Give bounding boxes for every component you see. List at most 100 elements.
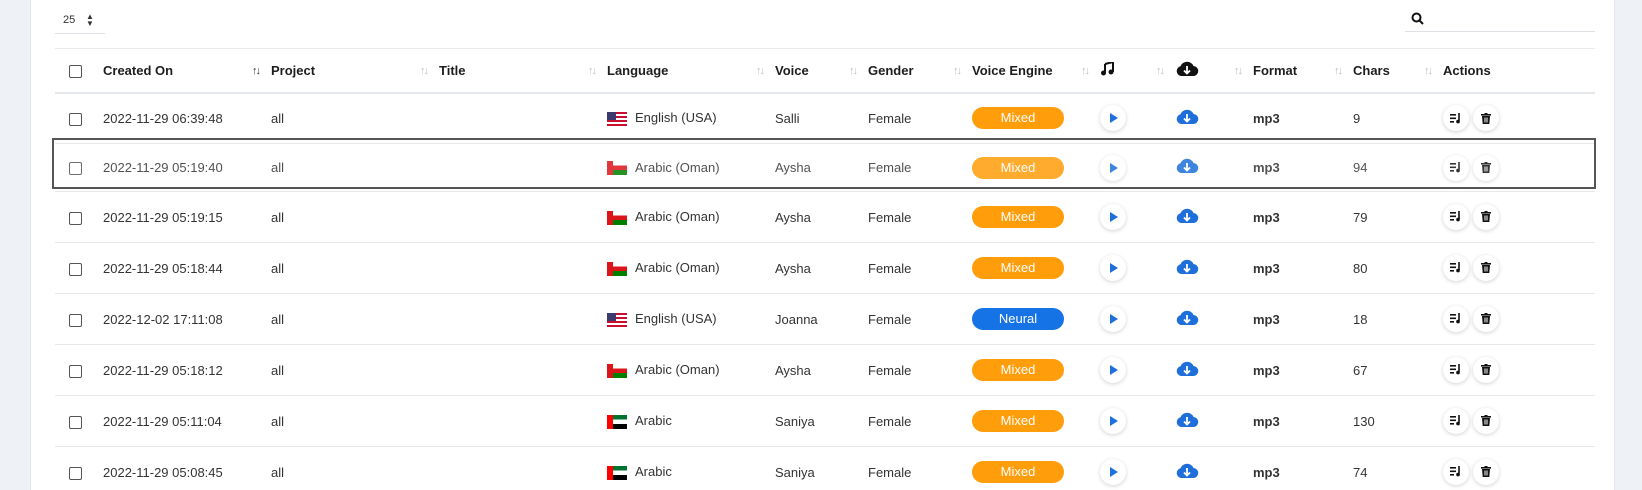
delete-button[interactable] [1473, 204, 1499, 230]
play-button[interactable] [1100, 255, 1126, 281]
column-header-created-on[interactable]: Created On ↑↓ [103, 48, 271, 94]
play-cell [1100, 395, 1175, 447]
title-cell [439, 293, 607, 345]
play-button[interactable] [1100, 408, 1126, 434]
row-checkbox[interactable] [69, 211, 82, 225]
sort-arrows-icon[interactable]: ↑↓ [849, 65, 858, 77]
sort-arrows-icon[interactable]: ↑↓ [1156, 65, 1165, 77]
table-row[interactable]: 2022-11-29 05:19:40 all Arabic (Oman) Aysha… [55, 143, 1595, 192]
sort-arrows-icon[interactable]: ↑↓ [1081, 65, 1090, 77]
table-row[interactable]: 2022-11-29 05:08:45 all Arabic Saniya Female… [55, 446, 1595, 490]
table-row[interactable]: 2022-12-02 17:11:08 all English (USA) Joann… [55, 293, 1595, 345]
chars-cell: 80 [1353, 242, 1443, 294]
voice-cell: Aysha [775, 143, 868, 192]
sort-arrows-icon[interactable]: ↑↓ [1424, 65, 1433, 77]
delete-button[interactable] [1473, 105, 1499, 132]
delete-button[interactable] [1473, 357, 1499, 383]
language: Arabic (Oman) [635, 362, 720, 378]
playlist-icon [1450, 363, 1462, 377]
table-row[interactable]: 2022-11-29 05:11:04 all Arabic Saniya Female… [55, 395, 1595, 447]
column-header-gender[interactable]: Gender ↑↓ [868, 48, 972, 94]
playlist-icon [1450, 210, 1462, 224]
play-button[interactable] [1100, 154, 1126, 181]
playlist-button[interactable] [1443, 204, 1469, 230]
column-header-chars[interactable]: Chars ↑↓ [1353, 48, 1443, 94]
play-button[interactable] [1100, 357, 1126, 383]
created-on: 2022-11-29 05:18:12 [103, 362, 223, 378]
table-row[interactable]: 2022-11-29 05:18:44 all Arabic (Oman) Aysha… [55, 242, 1595, 294]
delete-button[interactable] [1473, 459, 1499, 485]
column-header-voice[interactable]: Voice ↑↓ [775, 48, 868, 94]
voice-engine-badge: Mixed [972, 410, 1064, 432]
sort-arrows-icon[interactable]: ↑↓ [1234, 65, 1243, 77]
sort-arrows-icon[interactable]: ↑↓ [953, 65, 962, 77]
row-checkbox[interactable] [69, 466, 82, 480]
row-checkbox[interactable] [69, 112, 82, 126]
language: Arabic (Oman) [635, 159, 720, 175]
cloud-download-button[interactable] [1175, 360, 1199, 381]
sort-arrows-icon[interactable]: ↑↓ [252, 65, 261, 77]
delete-button[interactable] [1473, 154, 1499, 181]
cloud-download-button[interactable] [1175, 309, 1199, 330]
column-header-project[interactable]: Project ↑↓ [271, 48, 439, 94]
trash-icon [1481, 111, 1491, 125]
sort-arrows-icon[interactable]: ↑↓ [420, 65, 429, 77]
title-cell [439, 143, 607, 192]
row-checkbox[interactable] [69, 415, 82, 429]
column-header-voice-engine[interactable]: Voice Engine ↑↓ [972, 48, 1100, 94]
column-header-language[interactable]: Language ↑↓ [607, 48, 775, 94]
delete-button[interactable] [1473, 408, 1499, 434]
cloud-download-button[interactable] [1175, 108, 1199, 129]
play-button[interactable] [1100, 204, 1126, 230]
table-row[interactable]: 2022-11-29 06:39:48 all English (USA) Salli… [55, 92, 1595, 144]
column-header-label: Chars [1353, 62, 1390, 78]
row-checkbox[interactable] [69, 262, 82, 276]
table-row[interactable]: 2022-11-29 05:19:15 all Arabic (Oman) Aysha… [55, 191, 1595, 243]
delete-button[interactable] [1473, 306, 1499, 332]
column-header-title[interactable]: Title ↑↓ [439, 48, 607, 94]
cloud-download-button[interactable] [1175, 411, 1199, 432]
format: mp3 [1253, 413, 1280, 429]
play-button[interactable] [1100, 459, 1126, 485]
column-header-actions[interactable]: Actions [1443, 48, 1595, 94]
playlist-button[interactable] [1443, 306, 1469, 332]
sort-arrows-icon[interactable]: ↑↓ [1334, 65, 1343, 77]
cloud-download-button[interactable] [1175, 462, 1199, 483]
play-cell [1100, 191, 1175, 243]
play-button[interactable] [1100, 105, 1126, 132]
page-size-select[interactable]: 25 ▲ ▼ [55, 8, 105, 34]
column-header-cloud-download[interactable]: ↑↓ [1175, 48, 1253, 94]
delete-button[interactable] [1473, 255, 1499, 281]
column-header-format[interactable]: Format ↑↓ [1253, 48, 1353, 94]
column-header-music-note[interactable]: ↑↓ [1100, 48, 1175, 94]
language: Arabic [635, 464, 672, 480]
playlist-button[interactable] [1443, 255, 1469, 281]
gender-cell: Female [868, 143, 972, 192]
row-checkbox[interactable] [69, 364, 82, 378]
playlist-button[interactable] [1443, 459, 1469, 485]
gender-cell: Female [868, 446, 972, 490]
search-input[interactable] [1405, 6, 1595, 32]
cloud-download-button[interactable] [1175, 258, 1199, 279]
playlist-button[interactable] [1443, 154, 1469, 181]
chars: 74 [1353, 464, 1368, 480]
project: all [271, 110, 285, 126]
sort-arrows-icon[interactable]: ↑↓ [588, 65, 597, 77]
play-button[interactable] [1100, 306, 1126, 332]
playlist-button[interactable] [1443, 408, 1469, 434]
format: mp3 [1253, 110, 1280, 126]
playlist-icon [1450, 111, 1462, 125]
search-icon [1411, 12, 1424, 25]
playlist-button[interactable] [1443, 357, 1469, 383]
row-checkbox[interactable] [69, 313, 82, 327]
table-row[interactable]: 2022-11-29 05:18:12 all Arabic (Oman) Aysha… [55, 344, 1595, 396]
cloud-download-button[interactable] [1175, 157, 1199, 178]
row-checkbox[interactable] [69, 162, 82, 176]
cloud-download-button[interactable] [1175, 207, 1199, 228]
select-all-checkbox[interactable] [69, 64, 82, 78]
playlist-button[interactable] [1443, 105, 1469, 132]
sort-arrows-icon[interactable]: ↑↓ [756, 65, 765, 77]
play-cell [1100, 344, 1175, 396]
voice-engine-badge: Mixed [972, 257, 1064, 279]
gender-cell: Female [868, 344, 972, 396]
